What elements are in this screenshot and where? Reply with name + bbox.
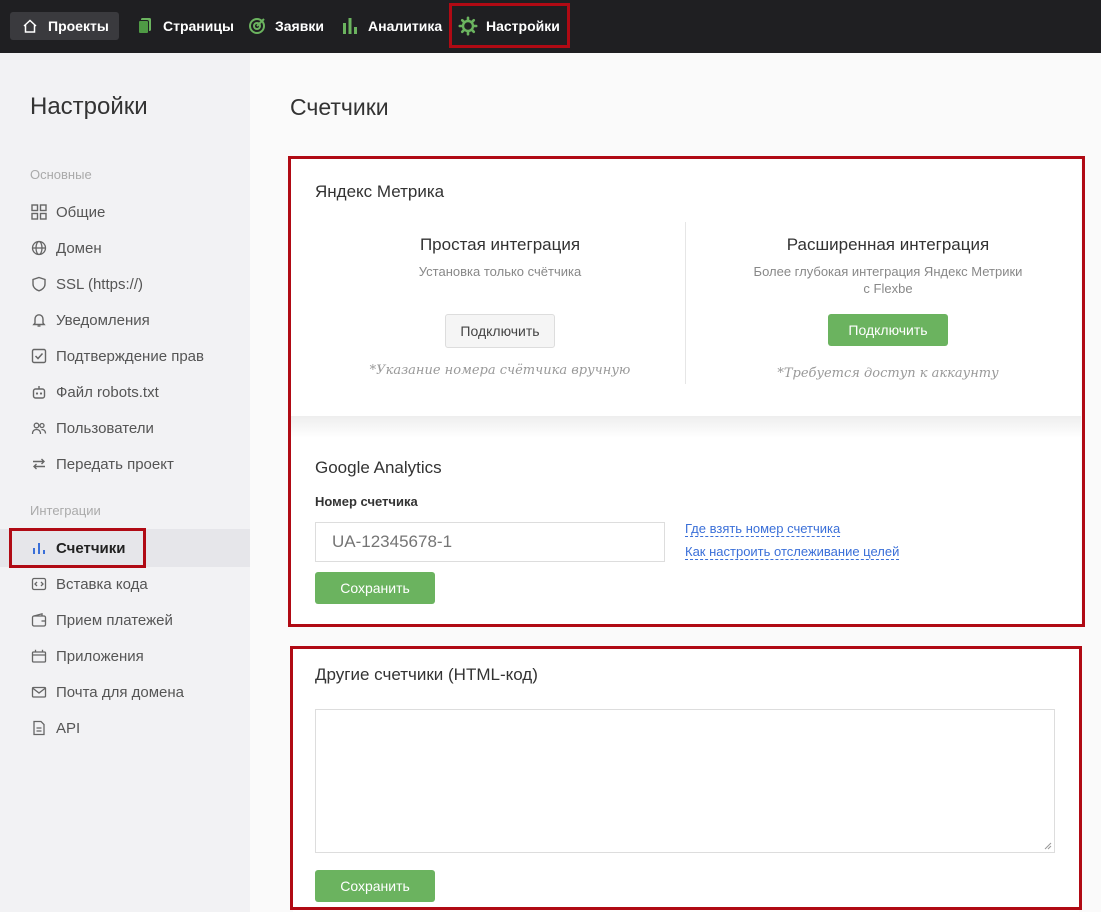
transfer-icon xyxy=(30,455,48,473)
bell-icon xyxy=(30,311,48,329)
page-title: Счетчики xyxy=(290,94,389,120)
apps-icon xyxy=(30,647,48,665)
document-icon xyxy=(30,719,48,737)
sidebar: Настройки Основные Общие Домен SSL (http… xyxy=(0,53,250,912)
sidebar-item-label: Почта для домена xyxy=(56,683,184,701)
nav-projects-label: Проекты xyxy=(48,18,109,34)
sidebar-item-mail[interactable]: Почта для домена xyxy=(30,680,184,704)
sidebar-item-label: Уведомления xyxy=(56,311,150,329)
sidebar-item-label: Передать проект xyxy=(56,455,174,473)
sidebar-item-robots[interactable]: Файл robots.txt xyxy=(30,380,159,404)
target-icon xyxy=(247,16,267,36)
sidebar-item-apps[interactable]: Приложения xyxy=(30,644,144,668)
sidebar-title: Настройки xyxy=(30,93,148,120)
bar-chart-icon xyxy=(340,16,360,36)
nav-leads-label: Заявки xyxy=(275,18,324,34)
sidebar-item-payments[interactable]: Прием платежей xyxy=(30,608,173,632)
other-counters-highlight-frame xyxy=(290,646,1082,910)
home-icon xyxy=(20,16,40,36)
code-icon xyxy=(30,575,48,593)
pages-icon xyxy=(135,16,155,36)
sidebar-item-label: Общие xyxy=(56,203,106,221)
sidebar-item-api[interactable]: API xyxy=(30,716,80,740)
nav-projects[interactable]: Проекты xyxy=(10,12,119,40)
sidebar-item-label: API xyxy=(56,719,81,737)
shield-icon xyxy=(30,275,48,293)
users-icon xyxy=(30,419,48,437)
robot-icon xyxy=(30,383,48,401)
nav-analytics[interactable]: Аналитика xyxy=(340,12,442,40)
mail-icon xyxy=(30,683,48,701)
sidebar-item-label: Пользователи xyxy=(56,419,154,437)
sidebar-item-notifications[interactable]: Уведомления xyxy=(30,308,150,332)
counters-highlight-frame xyxy=(9,528,146,568)
sidebar-item-ssl[interactable]: SSL (https://) xyxy=(30,272,143,296)
sidebar-item-transfer[interactable]: Передать проект xyxy=(30,452,174,476)
sidebar-item-label: Файл robots.txt xyxy=(56,383,159,401)
nav-analytics-label: Аналитика xyxy=(368,18,443,34)
wallet-icon xyxy=(30,611,48,629)
sidebar-item-users[interactable]: Пользователи xyxy=(30,416,154,440)
sidebar-group-main: Основные xyxy=(30,167,92,182)
sidebar-item-label: Подтверждение прав xyxy=(56,347,204,365)
nav-pages[interactable]: Страницы xyxy=(135,12,234,40)
globe-icon xyxy=(30,239,48,257)
sidebar-item-verification[interactable]: Подтверждение прав xyxy=(30,344,204,368)
sidebar-item-domain[interactable]: Домен xyxy=(30,236,102,260)
sidebar-item-general[interactable]: Общие xyxy=(30,200,105,224)
sidebar-item-label: Приложения xyxy=(56,647,144,665)
sidebar-item-code[interactable]: Вставка кода xyxy=(30,572,148,596)
nav-pages-label: Страницы xyxy=(163,18,234,34)
settings-highlight-frame xyxy=(449,3,570,48)
sidebar-item-label: Домен xyxy=(56,239,102,257)
grid-icon xyxy=(30,203,48,221)
sidebar-item-label: Вставка кода xyxy=(56,575,148,593)
sidebar-item-label: SSL (https://) xyxy=(56,275,143,293)
sidebar-item-label: Прием платежей xyxy=(56,611,173,629)
yandex-google-highlight-frame xyxy=(288,156,1085,627)
checkbox-icon xyxy=(30,347,48,365)
sidebar-group-integrations: Интеграции xyxy=(30,503,101,518)
top-navigation: Проекты Страницы Заявки Аналитика Настро… xyxy=(0,0,1101,53)
nav-leads[interactable]: Заявки xyxy=(247,12,324,40)
